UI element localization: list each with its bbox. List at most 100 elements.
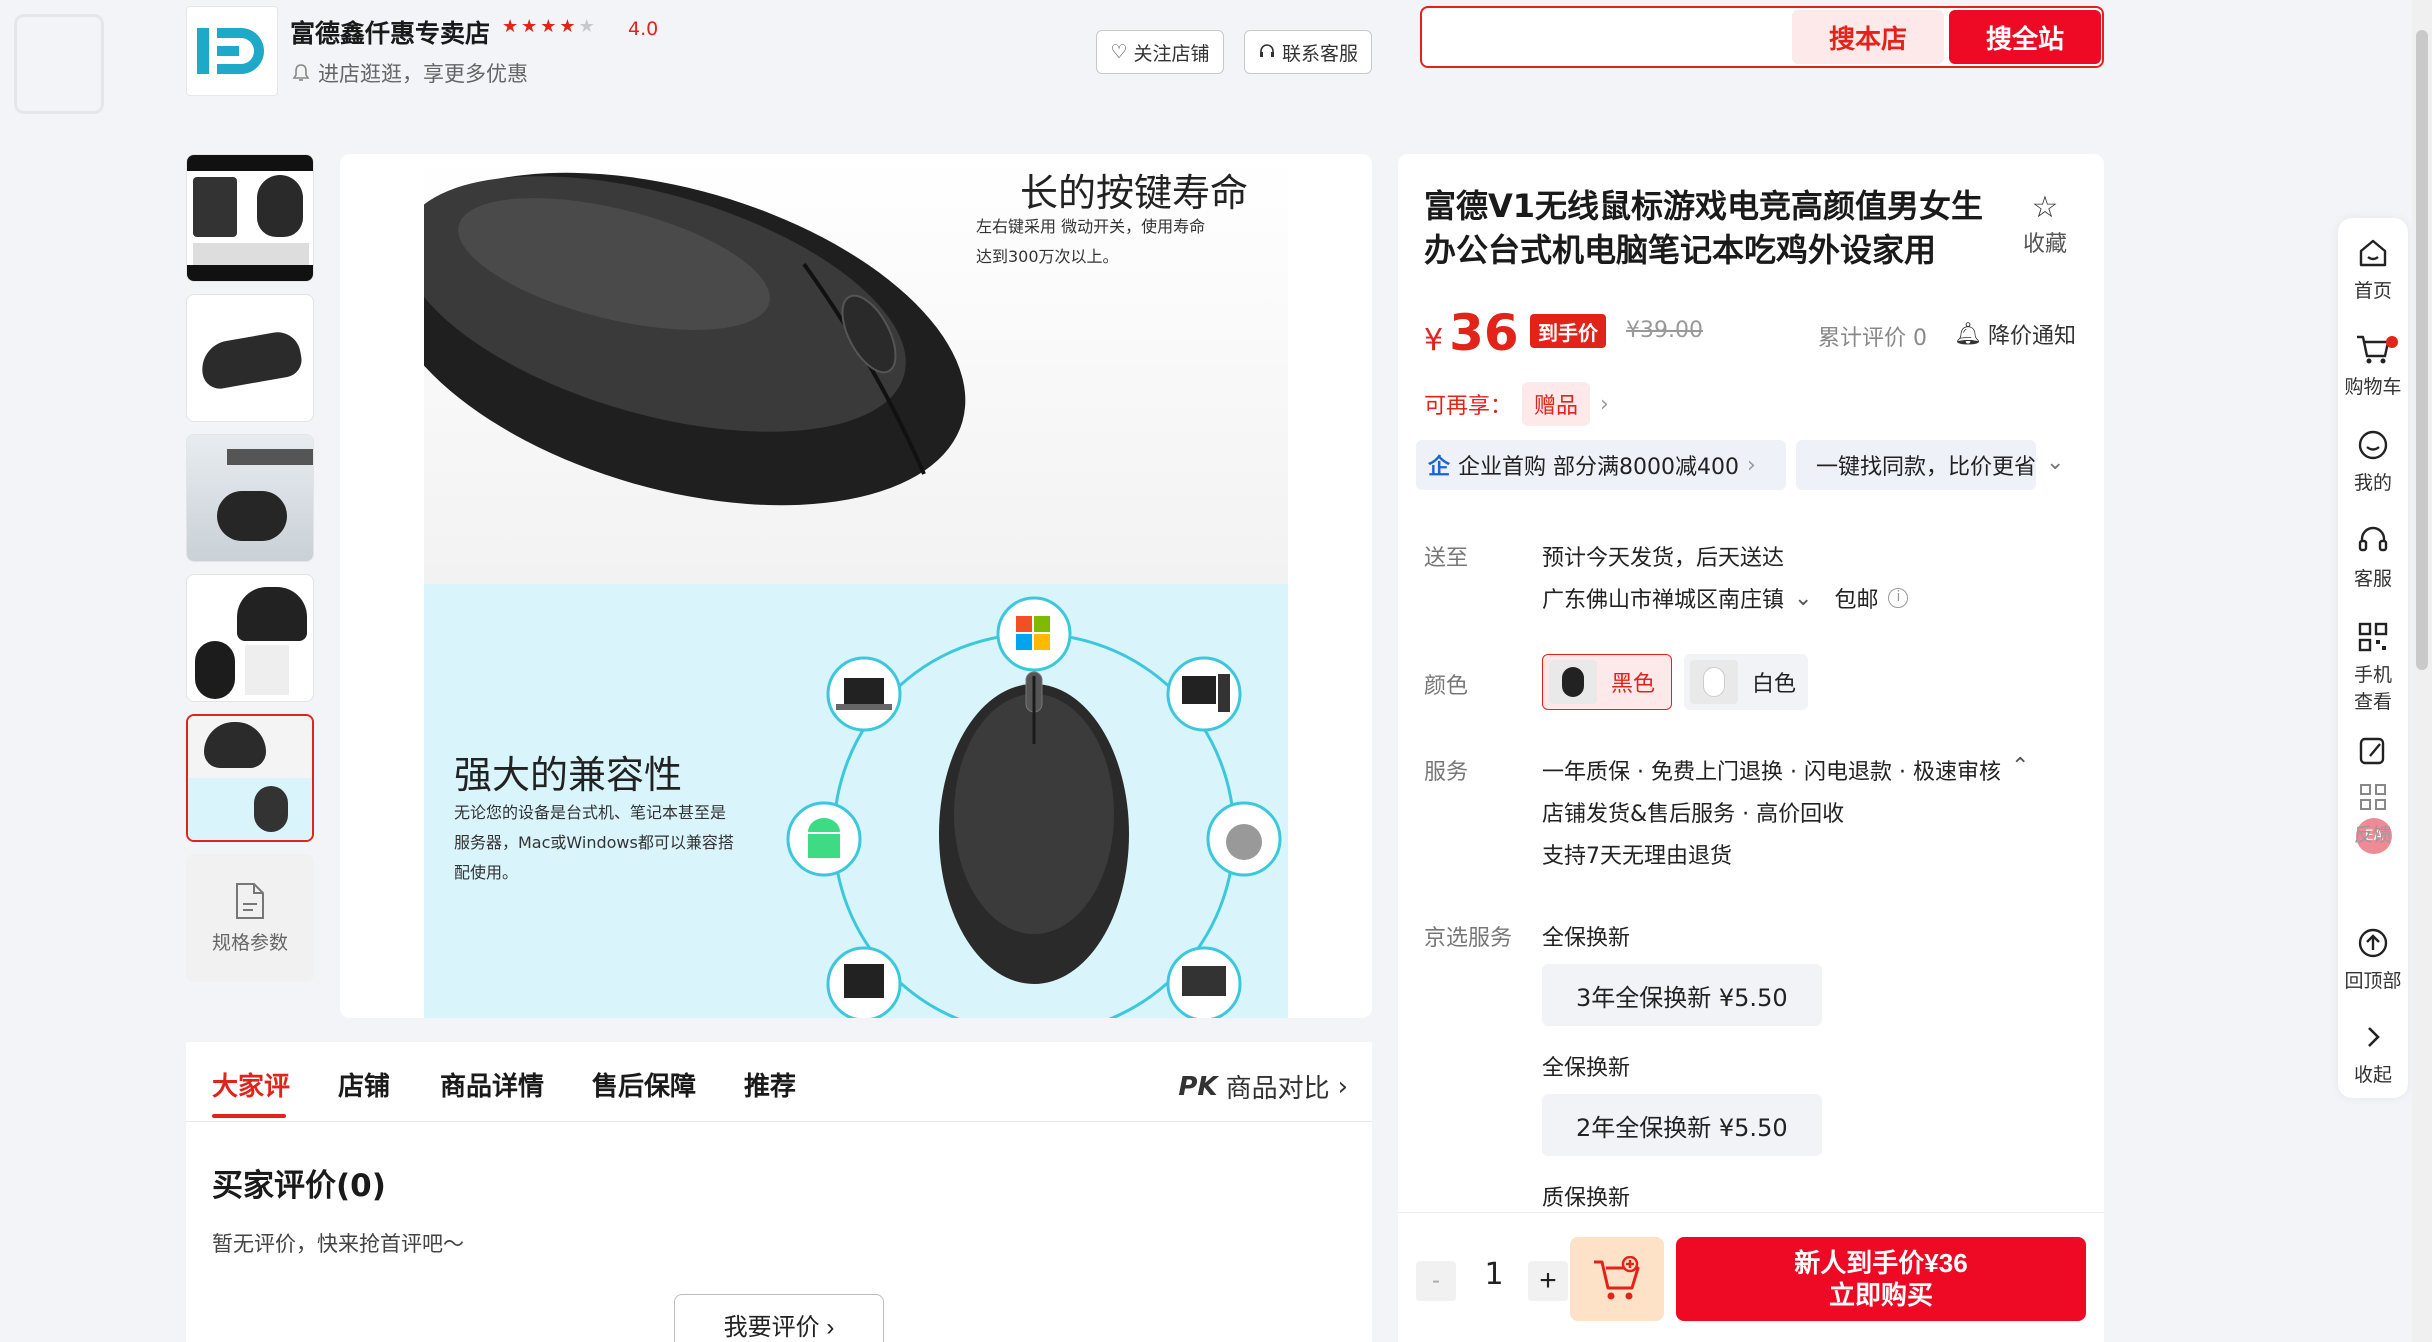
service-label: 服务 xyxy=(1424,760,1469,785)
headset-icon xyxy=(2358,526,2388,552)
chevron-right-icon xyxy=(2368,1027,2380,1047)
spec-params-label: 规格参数 xyxy=(211,931,288,954)
page-scrollbar[interactable] xyxy=(2412,0,2432,1342)
thumbnail-list: 规格参数 xyxy=(186,154,314,982)
tab-recommend[interactable]: 推荐 xyxy=(744,1066,796,1103)
jx-option-1[interactable]: 3年全保换新 ¥5.50 xyxy=(1542,964,1822,1026)
shop-subtitle[interactable]: 进店逛逛，享更多优惠 xyxy=(292,58,528,88)
favorite-label: 收藏 xyxy=(2022,232,2067,257)
sidebar-item-collapse[interactable]: 收起 xyxy=(2338,1014,2408,1087)
thumbnail-5[interactable] xyxy=(186,714,314,842)
user-smile-icon xyxy=(2358,430,2388,460)
color-option-black[interactable]: 黑色 xyxy=(1542,654,1672,710)
slide-text-button-life-1: 左右键采用 微动开关，使用寿命 xyxy=(976,217,1206,236)
price-alert-button[interactable]: 🔔︎ 降价通知 xyxy=(1954,318,2076,350)
tab-after-sales[interactable]: 售后保障 xyxy=(592,1066,696,1103)
qty-minus-button[interactable]: - xyxy=(1416,1261,1456,1301)
tab-shop[interactable]: 店铺 xyxy=(338,1066,390,1103)
ship-eta: 预计今天发货，后天送达 xyxy=(1542,546,1785,571)
follow-shop-button[interactable]: ♡ 关注店铺 xyxy=(1096,30,1224,74)
shop-subtitle-text: 进店逛逛，享更多优惠 xyxy=(318,62,528,86)
star-icon: ★ xyxy=(559,16,576,37)
write-review-label: 我要评价 xyxy=(723,1313,820,1341)
sidebar-item-home[interactable]: 首页 xyxy=(2338,230,2408,303)
contact-service-label: 联系客服 xyxy=(1281,43,1358,65)
star-empty-icon: ★ xyxy=(578,16,595,37)
floating-sidebar: 首页 购物车 我的 客服 手机 查看 EA 反馈 回顶部 收起 xyxy=(2338,218,2408,1098)
scrollbar-thumb[interactable] xyxy=(2416,30,2428,670)
final-price-tag[interactable]: 到手价 xyxy=(1530,314,1606,348)
shop-name[interactable]: 富德鑫仟惠专卖店 xyxy=(290,14,490,50)
detail-tabs: 大家评 店铺 商品详情 售后保障 推荐 PK 商品对比 › xyxy=(186,1042,1372,1122)
chevron-down-icon[interactable]: ⌄ xyxy=(2046,450,2064,475)
chevron-right-icon: › xyxy=(826,1313,835,1341)
thumbnail-2[interactable] xyxy=(186,294,314,422)
promo-enterprise[interactable]: 企 企业首购 部分满8000减400 › xyxy=(1416,440,1786,490)
jx-group-3: 质保换新 xyxy=(1542,1186,1631,1211)
star-icon: ★ xyxy=(540,16,557,37)
tab-reviews[interactable]: 大家评 xyxy=(212,1066,290,1103)
qty-plus-button[interactable]: + xyxy=(1528,1261,1568,1301)
add-to-cart-button[interactable] xyxy=(1570,1237,1664,1321)
gift-chip[interactable]: 赠品 xyxy=(1522,382,1591,426)
slide-heading-compatibility: 强大的兼容性 xyxy=(454,753,683,797)
main-product-image[interactable]: 长的按键寿命 左右键采用 微动开关，使用寿命 达到300万次以上。 强大的兼容性… xyxy=(340,154,1372,1018)
feedback-wrap: EA 反馈 xyxy=(2338,818,2408,860)
qty-value[interactable]: 1 xyxy=(1474,1257,1514,1292)
address-selector[interactable]: 广东佛山市禅城区南庄镇 ⌄ 包邮 i xyxy=(1542,582,1909,614)
search-all-button[interactable]: 搜全站 xyxy=(1949,10,2101,64)
enterprise-icon: 企 xyxy=(1428,455,1451,480)
thumbnail-1[interactable] xyxy=(186,154,314,282)
jx-option-2[interactable]: 2年全保换新 ¥5.50 xyxy=(1542,1094,1822,1156)
image-panel-compatibility: 强大的兼容性 无论您的设备是台式机、笔记本甚至是 服务器，Mac或Windows… xyxy=(424,584,1288,1018)
qr-code-icon xyxy=(2358,622,2388,652)
favorite-button[interactable]: ☆ 收藏 xyxy=(2010,190,2080,258)
jx-group-2: 全保换新 xyxy=(1542,1056,1631,1081)
home-icon xyxy=(2359,239,2387,267)
review-count[interactable]: 累计评价 0 xyxy=(1818,320,1927,352)
cart-badge-dot xyxy=(2386,336,2398,348)
free-shipping: 包邮 xyxy=(1834,588,1879,613)
sidebar-item-phone-view[interactable]: 手机 查看 xyxy=(2338,614,2408,714)
jx-service-label: 京选服务 xyxy=(1424,926,1513,951)
search-input[interactable] xyxy=(1432,16,1792,58)
compare-link[interactable]: PK 商品对比 › xyxy=(1178,1068,1348,1105)
sidebar-item-service[interactable]: 客服 xyxy=(2338,518,2408,591)
sidebar-item-back-to-top[interactable]: 回顶部 xyxy=(2338,920,2408,993)
heart-icon: ♡ xyxy=(1110,41,1128,63)
chevron-right-icon: › xyxy=(1747,452,1756,478)
chevron-right-icon[interactable]: › xyxy=(1600,392,1609,417)
write-review-button[interactable]: 我要评价 › xyxy=(674,1294,884,1342)
document-icon xyxy=(236,882,264,919)
chevron-up-icon: ⌃ xyxy=(2010,754,2030,779)
promo-find-same-text: 一键找同款，比价更省 xyxy=(1816,455,2036,480)
reviews-empty-text: 暂无评价，快来抢首评吧～ xyxy=(212,1232,464,1256)
shop-rating-stars: ★ ★ ★ ★ ★ xyxy=(502,18,595,36)
price: ¥ 36 xyxy=(1424,304,1519,362)
chevron-down-icon: ⌄ xyxy=(1794,585,1813,611)
sidebar-item-cart[interactable]: 购物车 xyxy=(2338,326,2408,399)
info-icon[interactable]: i xyxy=(1888,588,1909,608)
spec-params-button[interactable]: 规格参数 xyxy=(186,854,314,982)
tab-details[interactable]: 商品详情 xyxy=(440,1066,544,1103)
shop-logo[interactable] xyxy=(186,6,278,96)
service-line-1[interactable]: 一年质保 · 免费上门退换 · 闪电退款 · 极速审核 ⌃ xyxy=(1542,754,2029,786)
compatibility-diagram xyxy=(786,596,1282,1018)
contact-service-button[interactable]: 联系客服 xyxy=(1244,30,1372,74)
search-store-button[interactable]: 搜本店 xyxy=(1792,10,1944,64)
sidebar-item-feedback[interactable]: EA 反馈 xyxy=(2338,728,2408,860)
promo-find-same[interactable]: 一键找同款，比价更省 xyxy=(1796,440,2036,490)
thumbnail-3[interactable] xyxy=(186,434,314,562)
star-icon: ★ xyxy=(521,16,538,37)
thumbnail-4[interactable] xyxy=(186,574,314,702)
address-text: 广东佛山市禅城区南庄镇 xyxy=(1542,588,1785,613)
color-option-white[interactable]: 白色 xyxy=(1684,654,1808,710)
buy-now-button[interactable]: 新人到手价¥36 立即购买 xyxy=(1676,1237,2086,1321)
shop-rating-value: 4.0 xyxy=(628,18,659,40)
tab-active-indicator xyxy=(212,1114,286,1118)
arrow-up-circle-icon xyxy=(2358,928,2388,958)
color-option-white-label: 白色 xyxy=(1752,672,1797,697)
search-box: 搜本店 搜全站 xyxy=(1420,6,2104,68)
sidebar-item-mine[interactable]: 我的 xyxy=(2338,422,2408,495)
cart-icon xyxy=(2357,335,2390,364)
